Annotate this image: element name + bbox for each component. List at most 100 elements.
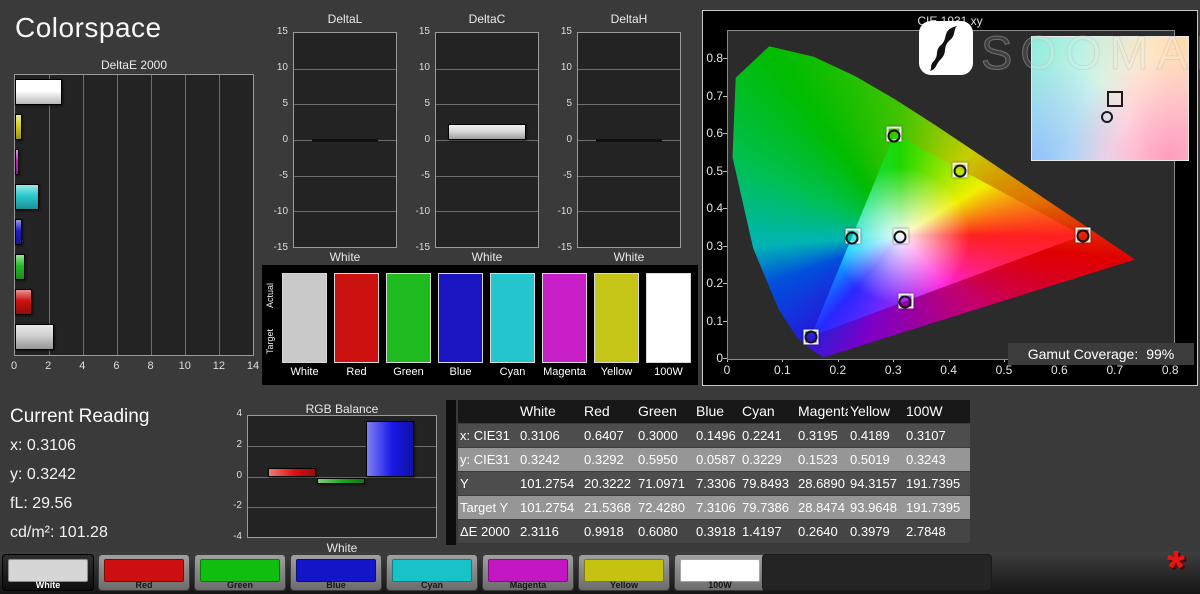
y-tick-label: 5 <box>566 98 572 109</box>
cie-x-tick-label: 0 <box>724 363 731 377</box>
table-column-header: Magenta <box>796 400 848 423</box>
patch-button-cyan[interactable]: Cyan <box>386 554 478 591</box>
measured-marker-yellow <box>954 164 967 177</box>
whitepoint-measured-marker <box>1101 111 1113 123</box>
table-cell: 191.7395 <box>904 472 968 495</box>
cie-y-tick-label: 0.3 <box>703 239 723 253</box>
patch-button-label: Green <box>195 580 285 590</box>
deltae-bar-green <box>15 254 25 280</box>
gridline <box>294 211 396 212</box>
deltae-bar-blue <box>15 219 22 245</box>
soomal-watermark: SOOMAL <box>981 25 1200 80</box>
y-tick-label: -15 <box>274 242 288 253</box>
y-tick-label: -15 <box>416 242 430 253</box>
patch-button-blue[interactable]: Blue <box>290 554 382 591</box>
table-edge-strip <box>446 400 456 545</box>
y-tick-label: -2 <box>233 500 242 511</box>
table-row-5: ΔE 20002.31160.99180.60800.39181.41970.2… <box>458 520 970 543</box>
x-tick-label: 8 <box>148 360 154 372</box>
table-cell: 0.1523 <box>796 448 848 471</box>
table-cell: 21.5368 <box>582 496 636 519</box>
y-tick-label: 0 <box>566 134 572 145</box>
deltae-bar-100w <box>15 79 62 105</box>
table-column-header: White <box>518 400 582 423</box>
table-cell: 94.3157 <box>848 472 904 495</box>
table-column-header: Red <box>582 400 636 423</box>
gamut-coverage-value: 99% <box>1146 346 1174 362</box>
table-row-label: x: CIE31 <box>458 424 518 447</box>
table-cell: 0.3106 <box>518 424 582 447</box>
measured-marker-cyan <box>846 231 859 244</box>
table-cell: 72.4280 <box>636 496 694 519</box>
patch-button-100w[interactable]: 100W <box>674 554 766 591</box>
table-column-header: 100W <box>904 400 968 423</box>
swatch-label: 100W <box>646 366 691 378</box>
swatch-label: Red <box>334 366 379 378</box>
patch-button-green[interactable]: Green <box>194 554 286 591</box>
patch-swatch <box>104 559 184 582</box>
table-row-label: ΔE 2000 <box>458 520 518 543</box>
patch-button-white[interactable]: White <box>2 554 94 591</box>
y-tick-label: 5 <box>424 98 430 109</box>
table-cell: 28.6890 <box>796 472 848 495</box>
table-cell: 191.7395 <box>904 496 968 519</box>
deltac-x-label: White <box>435 250 539 264</box>
gridline <box>578 176 680 177</box>
delta-bar <box>448 124 526 140</box>
gamut-coverage-readout: Gamut Coverage: 99% <box>1008 343 1194 365</box>
table-cell: 101.2754 <box>518 496 582 519</box>
swatch-yellow <box>594 273 639 363</box>
gridline <box>578 69 680 70</box>
zero-value-bar <box>596 139 661 142</box>
patch-button-label: Blue <box>291 580 381 590</box>
gridline <box>436 69 538 70</box>
table-cell: 2.7848 <box>904 520 968 543</box>
deltae-bar-red <box>15 289 32 315</box>
patch-swatch <box>392 559 472 582</box>
colorspace-screen: Colorspace DeltaE 2000 02468101214 Delta… <box>0 0 1200 594</box>
table-row-2: y: CIE310.32420.32920.59500.05870.32290.… <box>458 448 970 471</box>
table-header-row: WhiteRedGreenBlueCyanMagentaYellow100W <box>458 400 970 423</box>
cie-y-tick-label: 0 <box>703 351 723 365</box>
swatch-100w <box>646 273 691 363</box>
table-cell: 0.3242 <box>518 448 582 471</box>
patch-button-red[interactable]: Red <box>98 554 190 591</box>
deltah-x-label: White <box>577 250 681 264</box>
gridline <box>436 104 538 105</box>
table-cell: 0.3107 <box>904 424 968 447</box>
table-cell: 79.7386 <box>740 496 796 519</box>
alert-asterisk-icon: * <box>1167 544 1185 590</box>
reading-x: x: 0.3106 <box>10 437 149 455</box>
patch-button-label: 100W <box>675 580 765 590</box>
table-cell: 0.5019 <box>848 448 904 471</box>
deltae-bar-magenta <box>15 149 19 175</box>
table-column-header: Cyan <box>740 400 796 423</box>
cie-x-tick-label: 0.8 <box>1162 363 1179 377</box>
table-cell: 0.6407 <box>582 424 636 447</box>
swatch-blue <box>438 273 483 363</box>
y-tick-label: -5 <box>563 170 572 181</box>
table-cell: 0.3918 <box>694 520 740 543</box>
patch-swatch <box>680 559 760 582</box>
y-tick-label: -10 <box>274 206 288 217</box>
deltah-chart-title: DeltaH <box>577 12 681 26</box>
x-tick-label: 12 <box>213 360 225 372</box>
deltae-bar-yellow <box>15 114 22 140</box>
measured-marker-white <box>894 231 907 244</box>
y-tick-label: 15 <box>277 26 288 37</box>
gridline <box>294 176 396 177</box>
gridline <box>49 75 50 355</box>
table-cell: 0.4189 <box>848 424 904 447</box>
bottom-toolbar: WhiteRedGreenBlueCyanMagentaYellow100W ∞ <box>0 552 1200 594</box>
deltae-bar-cyan <box>15 184 39 210</box>
table-cell: 0.3979 <box>848 520 904 543</box>
table-cell: 71.0971 <box>636 472 694 495</box>
target-label: Target <box>265 317 275 365</box>
patch-button-yellow[interactable]: Yellow <box>578 554 670 591</box>
patch-button-magenta[interactable]: Magenta <box>482 554 574 591</box>
swatch-cyan <box>490 273 535 363</box>
x-tick-label: 4 <box>79 360 85 372</box>
deltah-chart <box>577 32 681 248</box>
swatch-labels: WhiteRedGreenBlueCyanMagentaYellow100W <box>282 366 691 378</box>
current-reading-title: Current Reading <box>10 406 149 428</box>
